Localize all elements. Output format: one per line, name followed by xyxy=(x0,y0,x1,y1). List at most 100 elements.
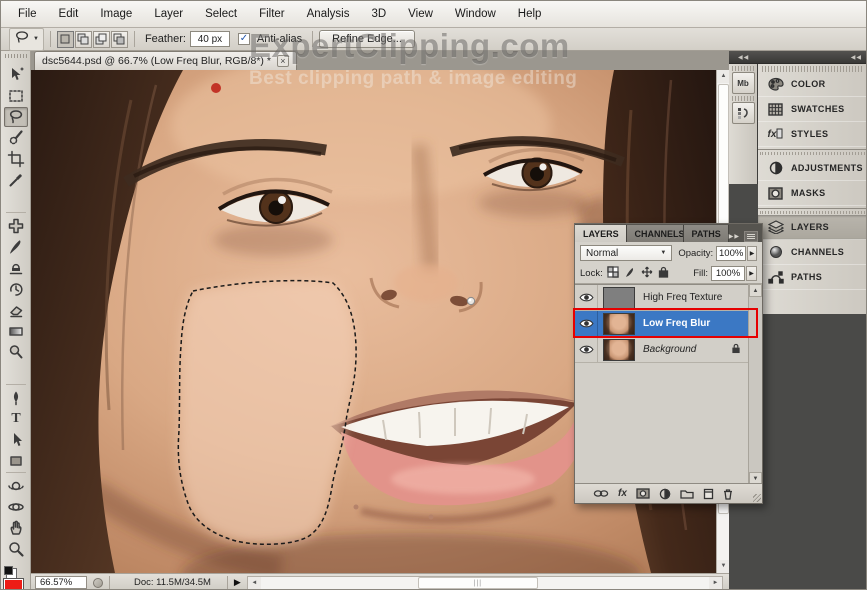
status-menu-icon[interactable]: ▶ xyxy=(234,577,241,588)
default-swatches-icon[interactable] xyxy=(4,566,13,575)
new-layer-icon[interactable] xyxy=(703,488,714,500)
layer-row-background[interactable]: Background xyxy=(575,337,749,363)
quick-selection-tool-icon[interactable] xyxy=(4,128,28,148)
adjustments-panel-button[interactable]: ADJUSTMENTS xyxy=(758,156,867,181)
add-mask-icon[interactable] xyxy=(636,488,650,499)
history-panel-button[interactable] xyxy=(732,102,755,124)
horizontal-scrollbar[interactable]: ◄ ||| ► xyxy=(247,576,723,590)
dodge-tool-icon[interactable] xyxy=(4,342,28,362)
path-selection-tool-icon[interactable] xyxy=(4,430,28,450)
pen-tool-icon[interactable] xyxy=(4,388,28,408)
clone-stamp-tool-icon[interactable] xyxy=(4,258,28,278)
brush-tool-icon[interactable] xyxy=(4,237,28,257)
styles-panel-button[interactable]: fx STYLES xyxy=(758,122,867,147)
zoom-level-field[interactable]: 66.57% xyxy=(35,576,87,589)
new-group-icon[interactable] xyxy=(680,489,694,499)
collapse-panel-icon[interactable]: ▶▶ xyxy=(729,233,740,240)
fill-input[interactable]: 100% xyxy=(711,266,745,281)
crop-tool-icon[interactable] xyxy=(4,149,28,169)
color-panel-button[interactable]: COLOR xyxy=(758,72,867,97)
subtract-from-selection-button[interactable] xyxy=(93,31,110,48)
collapse-panels-icon[interactable]: ◀◀ xyxy=(851,54,862,61)
tab-channels[interactable]: CHANNELS xyxy=(627,225,684,242)
lock-pixels-icon[interactable] xyxy=(624,265,636,283)
close-icon[interactable]: × xyxy=(277,55,289,67)
history-brush-tool-icon[interactable] xyxy=(4,279,28,299)
menu-3d[interactable]: 3D xyxy=(360,4,397,24)
adjustment-layer-icon[interactable] xyxy=(659,488,671,500)
layers-scrollbar[interactable]: ▲ ▼ xyxy=(748,284,762,485)
add-to-selection-button[interactable] xyxy=(75,31,92,48)
strip-grip[interactable] xyxy=(732,96,754,101)
intersect-selection-button[interactable] xyxy=(111,31,128,48)
layer-thumbnail[interactable] xyxy=(603,313,635,335)
new-selection-button[interactable] xyxy=(57,31,74,48)
menu-layer[interactable]: Layer xyxy=(143,4,194,24)
refine-edge-button[interactable]: Refine Edge... xyxy=(319,30,415,48)
tab-paths[interactable]: PATHS xyxy=(684,225,729,242)
layer-thumbnail[interactable] xyxy=(603,339,635,361)
scroll-up-icon[interactable]: ▲ xyxy=(749,284,762,297)
document-tab[interactable]: dsc5644.psd @ 66.7% (Low Freq Blur, RGB/… xyxy=(34,51,297,70)
layer-row-high-freq[interactable]: High Freq Texture xyxy=(575,285,749,311)
menu-filter[interactable]: Filter xyxy=(248,4,296,24)
opacity-input[interactable]: 100% xyxy=(716,246,746,261)
tab-layers[interactable]: LAYERS xyxy=(575,225,627,242)
paths-panel-button[interactable]: PATHS xyxy=(758,265,867,290)
lock-transparency-icon[interactable] xyxy=(607,265,619,283)
lock-position-icon[interactable] xyxy=(641,265,653,283)
feather-input[interactable]: 40 px xyxy=(190,31,230,47)
menu-edit[interactable]: Edit xyxy=(48,4,90,24)
visibility-eye-icon[interactable] xyxy=(575,337,598,363)
menu-view[interactable]: View xyxy=(397,4,444,24)
layers-panel-button[interactable]: LAYERS xyxy=(758,215,867,240)
gradient-tool-icon[interactable] xyxy=(4,321,28,341)
scroll-left-icon[interactable]: ◄ xyxy=(248,577,261,589)
marquee-tool-icon[interactable] xyxy=(4,86,28,106)
anti-alias-checkbox[interactable]: ✓ xyxy=(238,33,250,45)
layer-name: Background xyxy=(643,344,696,355)
zoom-tool-icon[interactable] xyxy=(4,539,28,559)
visibility-eye-icon[interactable] xyxy=(575,285,598,311)
link-layers-icon[interactable] xyxy=(593,489,609,498)
menu-help[interactable]: Help xyxy=(507,4,553,24)
lock-all-icon[interactable] xyxy=(658,265,669,283)
tool-preset-picker[interactable]: ▼ xyxy=(9,28,44,51)
masks-panel-button[interactable]: MASKS xyxy=(758,181,867,206)
channels-panel-button[interactable]: CHANNELS xyxy=(758,240,867,265)
layer-thumbnail[interactable] xyxy=(603,287,635,309)
blend-opacity-row: Normal ▼ Opacity: 100% ▶ xyxy=(575,242,762,264)
menu-select[interactable]: Select xyxy=(194,4,248,24)
strip-grip[interactable] xyxy=(732,66,754,71)
blend-mode-select[interactable]: Normal ▼ xyxy=(580,245,672,261)
lasso-tool-icon[interactable] xyxy=(4,107,28,127)
swatches-panel-button[interactable]: SWATCHES xyxy=(758,97,867,122)
hand-tool-icon[interactable] xyxy=(4,518,28,538)
menu-file[interactable]: File xyxy=(7,4,48,24)
menu-analysis[interactable]: Analysis xyxy=(296,4,361,24)
collapse-dock-icon[interactable]: ◀◀ xyxy=(738,54,749,61)
horizontal-scroll-thumb[interactable]: ||| xyxy=(418,577,538,589)
layer-row-low-freq[interactable]: Low Freq Blur xyxy=(575,311,749,337)
menu-window[interactable]: Window xyxy=(444,4,507,24)
panel-menu-icon[interactable] xyxy=(744,231,758,242)
mini-bridge-button[interactable]: Mb xyxy=(732,72,755,94)
move-tool-icon[interactable] xyxy=(4,65,28,85)
eraser-tool-icon[interactable] xyxy=(4,300,28,320)
scroll-right-icon[interactable]: ► xyxy=(709,577,722,589)
opacity-spinner[interactable]: ▶ xyxy=(747,246,757,261)
rectangle-tool-icon[interactable] xyxy=(4,451,28,471)
foreground-color-swatch[interactable] xyxy=(3,578,24,590)
delete-layer-icon[interactable] xyxy=(723,488,733,500)
palette-grip[interactable] xyxy=(5,54,27,58)
layer-style-icon[interactable]: fx xyxy=(618,488,627,499)
healing-brush-tool-icon[interactable] xyxy=(4,216,28,236)
visibility-eye-icon[interactable] xyxy=(575,311,598,337)
fill-spinner[interactable]: ▶ xyxy=(746,266,757,281)
type-tool-icon[interactable]: T xyxy=(4,409,28,429)
3d-rotate-tool-icon[interactable] xyxy=(4,476,28,496)
3d-orbit-tool-icon[interactable] xyxy=(4,497,28,517)
resize-grip[interactable] xyxy=(753,494,761,502)
eyedropper-tool-icon[interactable] xyxy=(4,170,28,190)
menu-image[interactable]: Image xyxy=(89,4,143,24)
